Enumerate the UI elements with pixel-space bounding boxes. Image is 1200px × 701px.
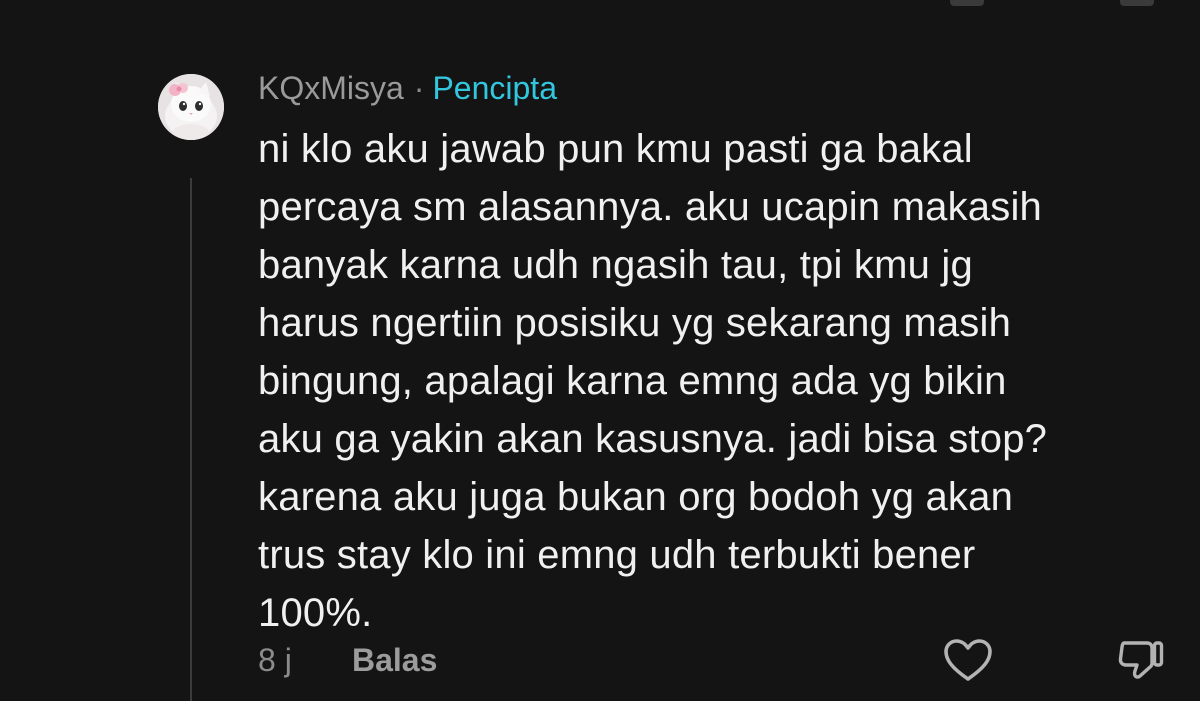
comment-text-line: bingung, apalagi karna emng ada yg bikin [258, 359, 1007, 403]
avatar-cat-icon [158, 74, 224, 140]
avatar[interactable] [158, 74, 224, 140]
heart-outline-icon [944, 639, 992, 681]
comment-text-line: aku ga yakin akan kasusnya. jadi bisa st… [258, 417, 1048, 461]
comment-text-line: trus stay klo ini emng udh terbukti bene… [258, 533, 976, 577]
thumbs-down-outline-icon [1118, 641, 1164, 679]
comment-header: KQxMisya · Pencipta [258, 64, 1178, 112]
comment-text-line: percaya sm alasannya. aku ucapin makasih [258, 185, 1042, 229]
timestamp: 8 j [258, 642, 292, 678]
like-button[interactable] [942, 636, 994, 686]
partial-icon-top-left [950, 0, 984, 6]
comment-text-line: banyak karna udh ngasih tau, tpi kmu jg [258, 243, 973, 287]
partial-icon-top-right [1120, 0, 1154, 6]
comment-text-line: 100%. [258, 591, 373, 635]
comment-actions: 8 j Balas [258, 636, 1178, 686]
comment-text-line: harus ngertiin posisiku yg sekarang masi… [258, 301, 1012, 345]
creator-badge: Pencipta [432, 70, 557, 106]
dislike-button[interactable] [1114, 636, 1166, 686]
comment: KQxMisya · Pencipta ni klo aku jawab pun… [258, 64, 1178, 642]
reply-thread-line [190, 178, 192, 701]
comment-text-line: ni klo aku jawab pun kmu pasti ga bakal [258, 127, 973, 171]
separator-dot: · [413, 70, 425, 106]
comment-text-line: karena aku juga bukan org bodoh yg akan [258, 475, 1014, 519]
reply-button[interactable]: Balas [352, 642, 437, 679]
username[interactable]: KQxMisya [258, 64, 404, 112]
comment-text: ni klo aku jawab pun kmu pasti ga bakal … [258, 120, 1168, 642]
